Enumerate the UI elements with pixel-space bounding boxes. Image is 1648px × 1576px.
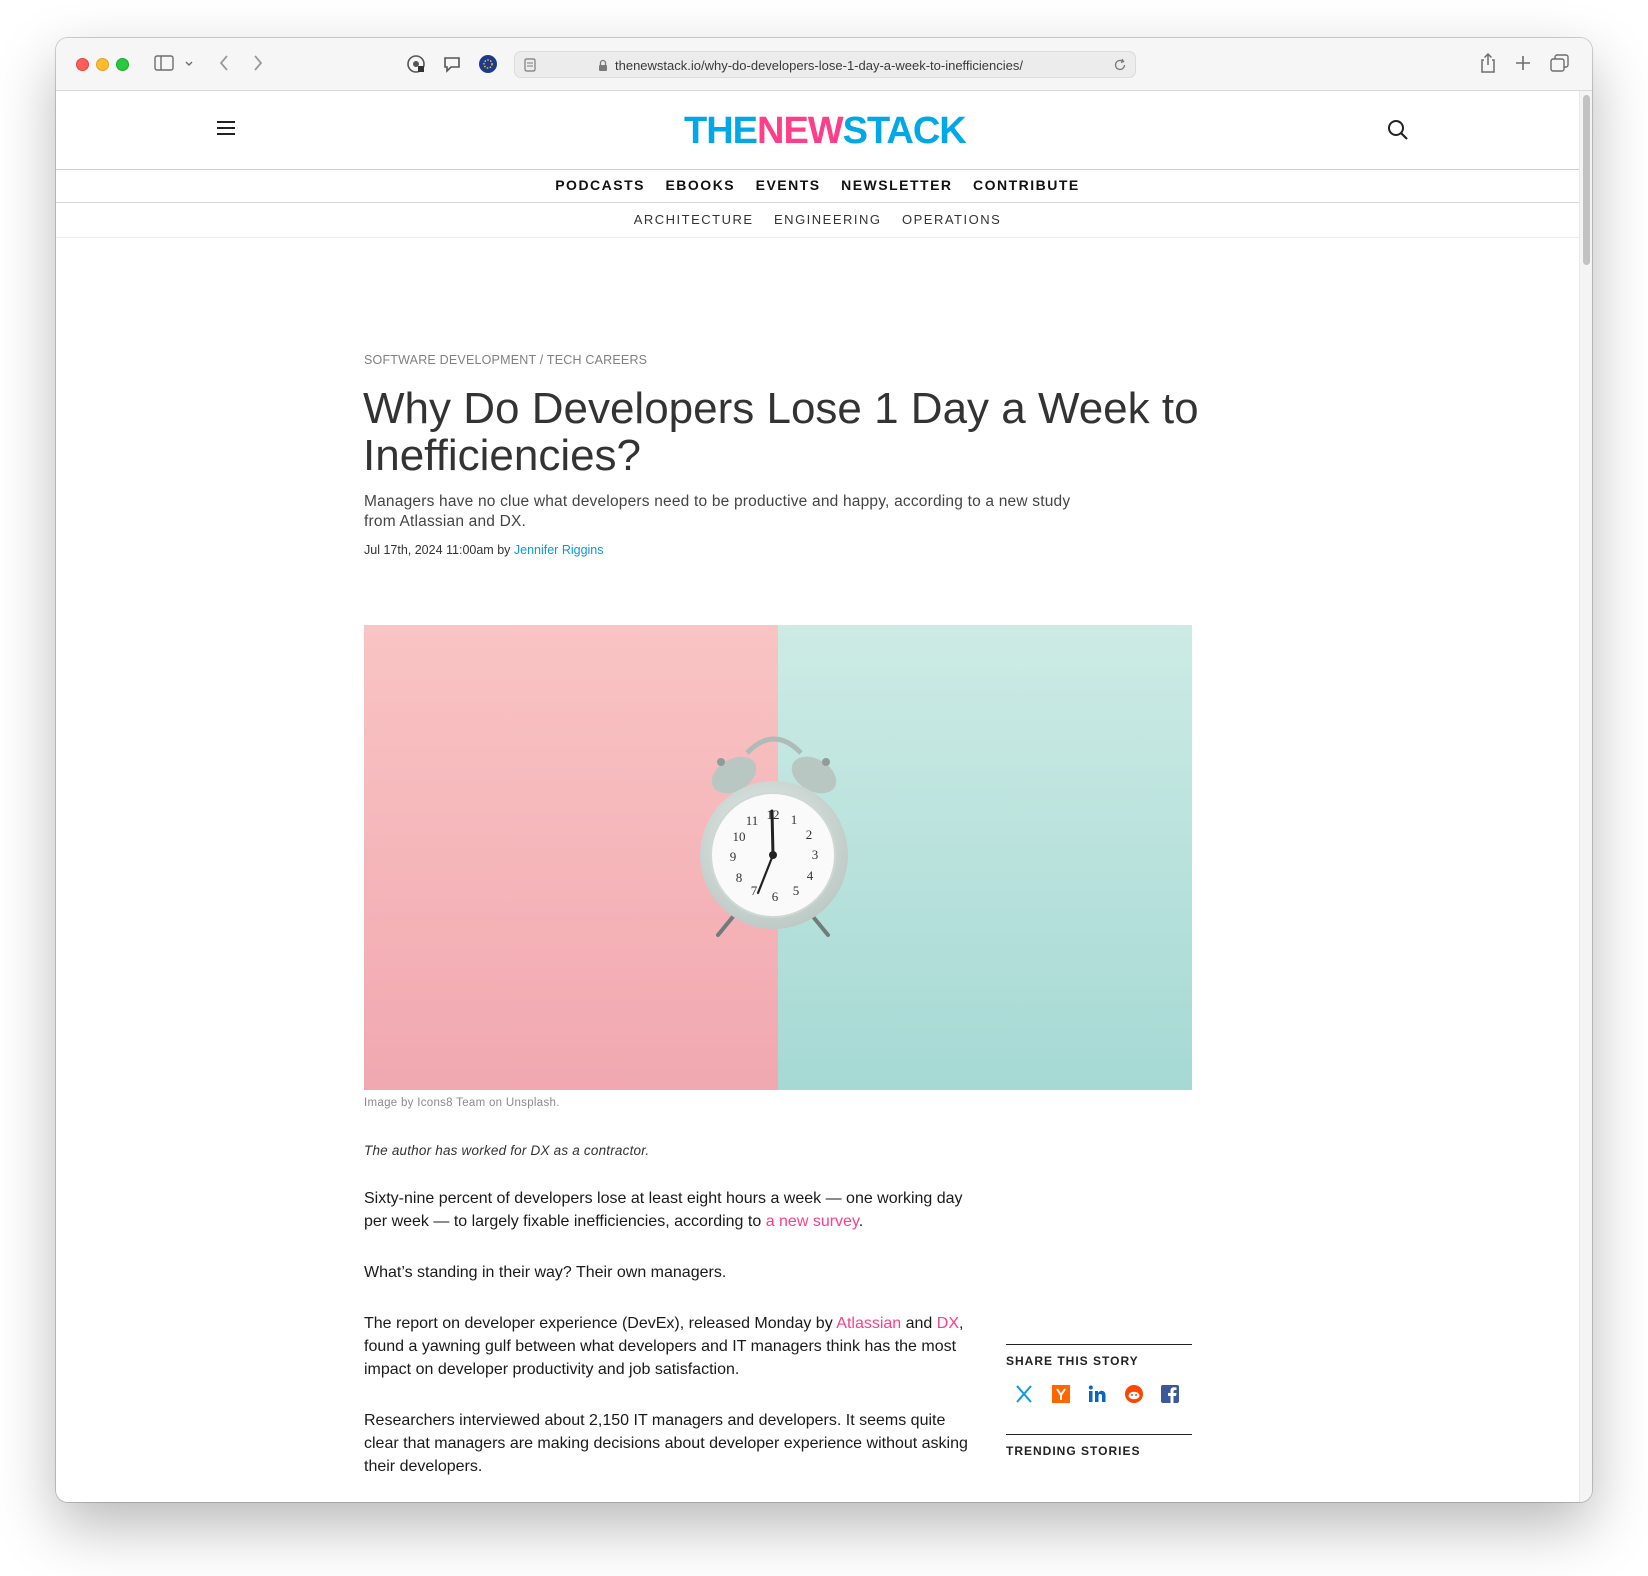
svg-text:3: 3 [812,847,819,862]
secondary-nav: ARCHITECTURE ENGINEERING OPERATIONS [56,203,1579,238]
site-header: THENEWSTACK [56,91,1579,170]
author-disclosure: The author has worked for DX as a contra… [364,1143,650,1158]
breadcrumb[interactable]: SOFTWARE DEVELOPMENT / TECH CAREERS [364,353,647,367]
privacy-extension-icon[interactable] [406,54,426,74]
nav-newsletter[interactable]: NEWSLETTER [841,169,952,202]
nav-engineering[interactable]: ENGINEERING [774,203,882,237]
primary-nav: PODCASTS EBOOKS EVENTS NEWSLETTER CONTRI… [56,169,1579,203]
atlassian-link[interactable]: Atlassian [836,1315,901,1332]
logo-new: NEW [757,110,844,152]
reader-mode-icon[interactable] [523,58,537,72]
svg-text:10: 10 [733,829,746,844]
web-page: THENEWSTACK PODCASTS EBOOKS EVENTS NEWSL… [56,91,1579,1502]
share-title: SHARE THIS STORY [1006,1354,1139,1368]
alarm-clock-illustration: 1212 345 678 91011 [364,625,1192,1090]
svg-text:9: 9 [730,849,737,864]
trending-box: TRENDING STORIES [1006,1434,1192,1458]
paragraph-1: Sixty-nine percent of developers lose at… [364,1187,984,1233]
survey-link[interactable]: a new survey [766,1213,859,1230]
hacker-news-icon[interactable] [1051,1384,1071,1404]
back-icon[interactable] [218,54,230,72]
badge-extension-icon[interactable] [478,54,498,74]
p1-text-a: Sixty-nine percent of developers lose at… [364,1190,963,1230]
article-title: Why Do Developers Lose 1 Day a Week to I… [363,384,1199,480]
image-caption: Image by Icons8 Team on Unsplash. [364,1097,560,1109]
paragraph-2: What’s standing in their way? Their own … [364,1264,727,1281]
browser-window: thenewstack.io/why-do-developers-lose-1-… [56,38,1592,1502]
minimize-window-button[interactable] [96,58,109,71]
x-icon[interactable] [1014,1384,1034,1404]
svg-text:2: 2 [806,827,813,842]
page-scrollbar[interactable] [1579,91,1592,1502]
svg-text:8: 8 [736,870,743,885]
close-window-button[interactable] [76,58,89,71]
svg-text:11: 11 [746,813,759,828]
logo-the: THE [684,110,758,152]
svg-text:6: 6 [772,889,779,904]
paragraph-3: The report on developer experience (DevE… [364,1312,984,1381]
article-subtitle: Managers have no clue what developers ne… [364,493,1071,530]
lock-icon [599,59,607,71]
tab-overview-icon[interactable] [1550,54,1570,72]
address-bar[interactable]: thenewstack.io/why-do-developers-lose-1-… [514,51,1136,78]
nav-contribute[interactable]: CONTRIBUTE [973,169,1080,202]
svg-text:7: 7 [751,883,758,898]
url-text: thenewstack.io/why-do-developers-lose-1-… [615,58,1024,73]
svg-text:1: 1 [791,812,798,827]
sidebar-toggle-icon[interactable] [154,55,174,71]
facebook-icon[interactable] [1160,1384,1180,1404]
scrollbar-thumb[interactable] [1583,95,1590,265]
browser-toolbar: thenewstack.io/why-do-developers-lose-1-… [56,38,1592,91]
menu-icon[interactable] [217,121,237,137]
reload-icon[interactable] [1113,58,1127,72]
chat-extension-icon[interactable] [442,54,462,74]
nav-podcasts[interactable]: PODCASTS [555,169,645,202]
svg-text:4: 4 [807,868,814,883]
chevron-down-icon[interactable] [184,60,194,68]
site-logo[interactable]: THENEWSTACK [684,110,967,152]
trending-title: TRENDING STORIES [1006,1444,1141,1458]
nav-events[interactable]: EVENTS [756,169,821,202]
p3-text-b: and [901,1315,937,1332]
share-icon[interactable] [1479,52,1497,74]
dx-link[interactable]: DX [937,1315,959,1332]
p3-text-a: The report on developer experience (DevE… [364,1315,837,1332]
reddit-icon[interactable] [1124,1384,1144,1404]
hero-image: 1212 345 678 91011 [364,625,1192,1090]
p1-text-b: . [858,1213,864,1230]
nav-architecture[interactable]: ARCHITECTURE [634,203,754,237]
paragraph-4: Researchers interviewed about 2,150 IT m… [364,1412,968,1475]
logo-stack: STACK [842,110,967,152]
nav-operations[interactable]: OPERATIONS [902,203,1001,237]
linkedin-icon[interactable] [1087,1384,1107,1404]
share-icons [1014,1384,1184,1406]
forward-icon[interactable] [252,54,264,72]
nav-ebooks[interactable]: EBOOKS [665,169,735,202]
share-box: SHARE THIS STORY [1006,1344,1192,1403]
svg-text:5: 5 [793,883,800,898]
author-link[interactable]: Jennifer Riggins [514,543,604,557]
zoom-window-button[interactable] [116,58,129,71]
publish-date: Jul 17th, 2024 11:00am by [364,543,514,557]
new-tab-icon[interactable] [1515,55,1531,71]
byline: Jul 17th, 2024 11:00am by Jennifer Riggi… [364,543,604,557]
search-icon[interactable] [1386,118,1410,142]
